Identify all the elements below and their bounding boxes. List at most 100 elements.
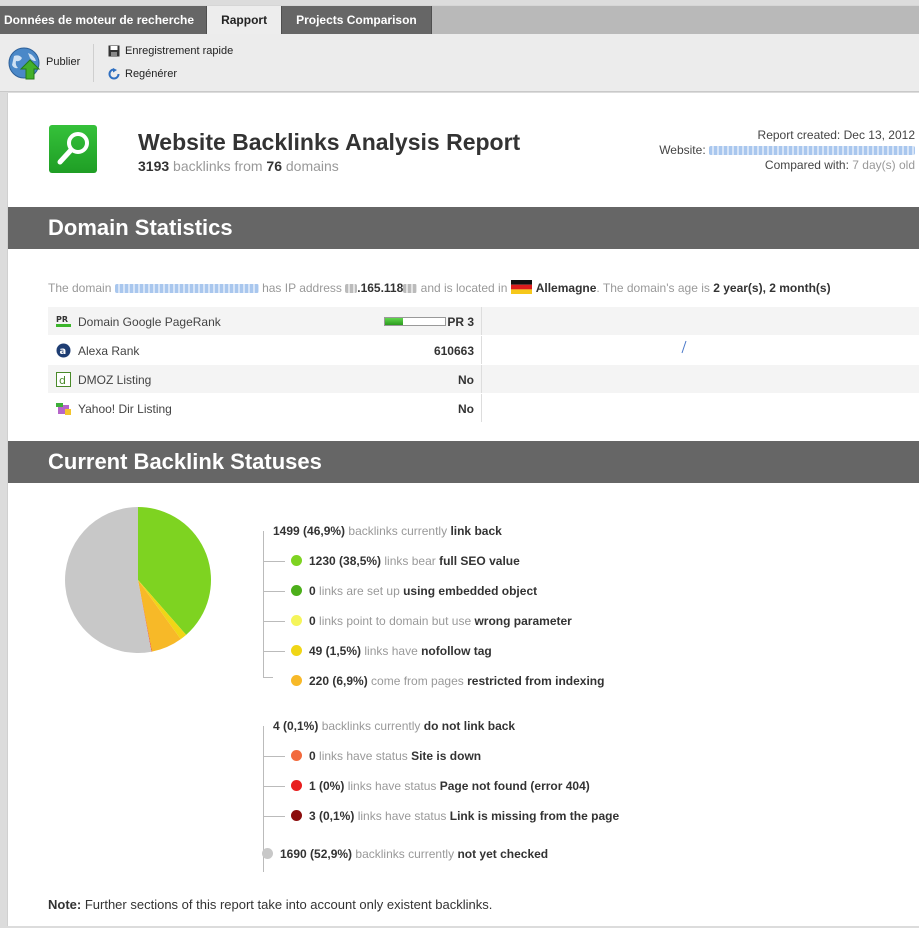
pagerank-bar: [384, 317, 446, 326]
domain-summary: The domain has IP address .165.118 and i…: [48, 280, 831, 295]
backlink-status-pie-chart: [65, 507, 211, 653]
status-text: links have status: [347, 779, 437, 793]
domain-name-redacted: [114, 284, 259, 294]
stat-value: No: [458, 373, 474, 387]
tree-line: [263, 531, 264, 677]
compared-label: Compared with:: [764, 158, 849, 172]
stat-name: Yahoo! Dir Listing: [78, 402, 172, 416]
domain-text-4: . The domain's age is: [596, 281, 710, 295]
stat-row-pagerank: PR Domain Google PageRank PR 3: [48, 307, 919, 336]
tab-report[interactable]: Rapport: [207, 6, 283, 35]
stat-row-yahoo: Yahoo! Dir Listing No: [48, 394, 919, 423]
status-text: backlinks currently: [321, 719, 421, 733]
status-text: links have status: [357, 809, 447, 823]
germany-flag-icon: [510, 280, 532, 294]
status-label: using embedded object: [403, 584, 538, 598]
stat-value: 610663: [433, 344, 474, 358]
regenerate-label: Regénérer: [125, 68, 177, 80]
publish-label: Publier: [46, 56, 81, 68]
report-panel: Website Backlinks Analysis Report 3193 b…: [7, 93, 919, 926]
status-label: restricted from indexing: [467, 674, 605, 688]
ip-redacted-start: [345, 284, 358, 294]
website-url-redacted: [709, 146, 915, 156]
status-count: 4 (0,1%): [273, 719, 319, 733]
note-text: Further sections of this report take int…: [84, 897, 493, 912]
yahoo-directory-icon: [56, 403, 71, 415]
domain-statistics-heading: Domain Statistics: [8, 207, 919, 249]
status-count: 3 (0,1%): [309, 809, 355, 823]
status-text: come from pages: [371, 674, 464, 688]
status-dot-icon: [291, 555, 302, 566]
status-count: 0: [309, 584, 316, 598]
domain-text-1: The domain: [48, 281, 112, 295]
status-item-wrong-parameter: 0 links point to domain but use wrong pa…: [291, 611, 572, 631]
status-dot-icon: [291, 615, 302, 626]
report-summary: 3193 backlinks from 76 domains: [138, 158, 339, 174]
country-name: Allemagne: [535, 281, 597, 295]
report-website: Website:: [659, 143, 915, 158]
column-divider: [481, 307, 482, 335]
status-label: Page not found (error 404): [439, 779, 590, 793]
status-count: 220 (6,9%): [309, 674, 368, 688]
backlinks-count: 3193: [138, 158, 170, 174]
domain-text-3: and is located in: [420, 281, 508, 295]
status-item-embedded-object: 0 links are set up using embedded object: [291, 581, 537, 601]
column-divider: [481, 336, 482, 364]
stat-row-dmoz: d DMOZ Listing No: [48, 365, 919, 394]
regenerate-button[interactable]: Regénérer: [108, 66, 177, 82]
globe-upload-icon: [8, 47, 41, 80]
refresh-icon: [108, 68, 120, 80]
compared-value: 7 day(s) old: [852, 158, 915, 172]
toolbar-separator: [93, 44, 94, 82]
tab-bar-fill: [431, 6, 919, 34]
status-item-site-down: 0 links have status Site is down: [291, 746, 481, 766]
status-dot-icon: [291, 675, 302, 686]
ip-address: .165.118: [357, 281, 404, 295]
tab-projects-comparison[interactable]: Projects Comparison: [282, 6, 432, 35]
publish-button[interactable]: Publier: [8, 46, 86, 82]
dmoz-icon: d: [56, 372, 71, 387]
status-item-link-missing: 3 (0,1%) links have status Link is missi…: [291, 806, 619, 826]
status-count: 49 (1,5%): [309, 644, 362, 658]
tree-line: [263, 591, 285, 592]
status-item-full-seo: 1230 (38,5%) links bear full SEO value: [291, 551, 520, 571]
status-dot-icon: [291, 810, 302, 821]
status-dot-icon: [291, 780, 302, 791]
tab-search-engine-data[interactable]: Données de moteur de recherche: [0, 6, 208, 35]
status-count: 0: [309, 749, 316, 763]
status-label: Site is down: [411, 749, 482, 763]
report-compared: Compared with: 7 day(s) old: [659, 158, 915, 173]
status-group-link-back: 1499 (46,9%) backlinks currently link ba…: [273, 521, 502, 541]
report-note: Note: Further sections of this report ta…: [48, 897, 492, 912]
status-count: 0: [309, 614, 316, 628]
status-dot-icon: [291, 645, 302, 656]
status-dot-icon: [291, 585, 302, 596]
tree-line: [263, 816, 285, 817]
stat-value: PR 3: [447, 315, 474, 329]
status-item-restricted: 220 (6,9%) come from pages restricted fr…: [291, 671, 604, 691]
website-label: Website:: [659, 143, 706, 157]
status-text: links have: [364, 644, 418, 658]
tab-bar: Données de moteur de recherche Rapport P…: [0, 5, 919, 35]
quick-save-button[interactable]: Enregistrement rapide: [108, 43, 233, 59]
status-text: links are set up: [319, 584, 400, 598]
status-label: wrong parameter: [474, 614, 572, 628]
status-label: full SEO value: [439, 554, 520, 568]
status-label: nofollow tag: [421, 644, 492, 658]
domain-stats-table: PR Domain Google PageRank PR 3 a Alexa R…: [48, 307, 919, 423]
stat-name: Domain Google PageRank: [78, 315, 221, 329]
created-value: Dec 13, 2012: [843, 128, 915, 142]
svg-text:PR: PR: [56, 315, 68, 324]
status-label: not yet checked: [457, 847, 549, 861]
status-text: links have status: [319, 749, 408, 763]
status-label: link back: [450, 524, 502, 538]
status-text: links point to domain but use: [319, 614, 472, 628]
stat-name: DMOZ Listing: [78, 373, 152, 387]
tree-line: [263, 651, 285, 652]
magnifier-icon: [57, 132, 89, 165]
quick-save-label: Enregistrement rapide: [125, 45, 234, 57]
svg-text:a: a: [60, 346, 67, 357]
domains-text: domains: [285, 158, 339, 174]
status-item-nofollow: 49 (1,5%) links have nofollow tag: [291, 641, 492, 661]
report-meta: Report created: Dec 13, 2012 Website: Co…: [659, 128, 915, 173]
